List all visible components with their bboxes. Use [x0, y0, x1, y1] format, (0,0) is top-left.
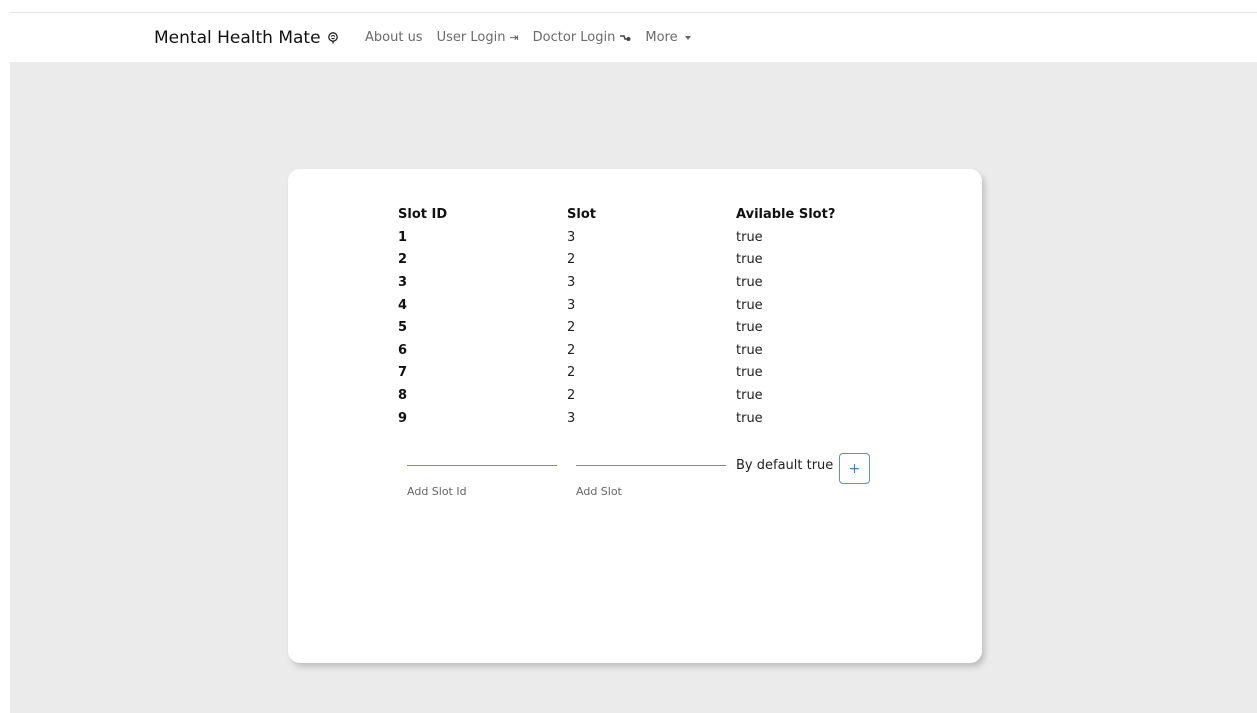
nav-user-login[interactable]: User Login ⇥	[437, 30, 519, 45]
add-slot-button[interactable]: +	[839, 453, 870, 484]
table-row: 9 3 true	[398, 407, 866, 430]
header-slot: Slot	[567, 206, 596, 222]
cell-slot: 3	[567, 274, 576, 290]
cell-available: true	[736, 320, 763, 336]
table-row: 3 3 true	[398, 271, 866, 294]
cell-slot-id: 1	[398, 229, 408, 245]
table-row: 6 2 true	[398, 339, 866, 362]
table-header-row: Slot ID Slot Avilable Slot?	[398, 202, 866, 226]
header-slot-id: Slot ID	[398, 206, 448, 222]
default-available-text: By default true	[736, 458, 834, 473]
cell-slot: 2	[567, 252, 576, 268]
cell-slot: 2	[567, 387, 576, 403]
cell-slot-id: 7	[398, 365, 408, 381]
slot-input-label: Add Slot	[576, 485, 622, 498]
cell-slot: 3	[567, 410, 576, 426]
cell-slot-id: 5	[398, 320, 408, 336]
content-area: Slot ID Slot Avilable Slot? 1 3 true 2 2…	[10, 62, 1257, 713]
login-icon: ⇥	[509, 31, 519, 44]
cell-slot-id: 4	[398, 297, 408, 313]
cell-slot: 2	[567, 320, 576, 336]
header-available: Avilable Slot?	[736, 206, 836, 222]
cell-available: true	[736, 342, 763, 358]
cell-slot: 3	[567, 297, 576, 313]
nav-about-us[interactable]: About us	[365, 30, 423, 45]
cell-available: true	[736, 297, 763, 313]
cell-slot-id: 3	[398, 274, 408, 290]
stethoscope-icon	[620, 34, 631, 41]
table-row: 2 2 true	[398, 249, 866, 272]
brain-pin-icon	[327, 32, 338, 44]
cell-slot: 2	[567, 365, 576, 381]
nav-more-dropdown[interactable]: More	[645, 30, 691, 45]
nav-about-us-label: About us	[365, 30, 423, 45]
cell-slot: 3	[567, 229, 576, 245]
brand[interactable]: Mental Health Mate	[154, 28, 339, 48]
nav-doctor-login[interactable]: Doctor Login	[533, 30, 632, 45]
cell-slot-id: 6	[398, 342, 408, 358]
table-row: 4 3 true	[398, 294, 866, 317]
cell-available: true	[736, 387, 763, 403]
slots-card: Slot ID Slot Avilable Slot? 1 3 true 2 2…	[288, 169, 982, 663]
slot-input-underline	[576, 465, 726, 466]
cell-slot-id: 2	[398, 252, 408, 268]
nav-doctor-login-label: Doctor Login	[532, 30, 616, 45]
cell-available: true	[736, 252, 763, 268]
caret-down-icon	[684, 35, 691, 40]
nav-links: About us User Login ⇥ Doctor Login More	[365, 30, 691, 45]
slot-id-input-label: Add Slot Id	[407, 485, 467, 498]
cell-available: true	[736, 410, 763, 426]
slots-table: Slot ID Slot Avilable Slot? 1 3 true 2 2…	[398, 202, 866, 429]
cell-available: true	[736, 365, 763, 381]
table-row: 7 2 true	[398, 362, 866, 385]
cell-slot-id: 8	[398, 387, 408, 403]
nav-user-login-label: User Login	[436, 30, 506, 45]
navbar: Mental Health Mate About us User Login ⇥…	[0, 13, 1257, 62]
table-row: 1 3 true	[398, 226, 866, 249]
slot-id-input-underline	[407, 465, 557, 466]
table-row: 8 2 true	[398, 384, 866, 407]
cell-slot-id: 9	[398, 410, 408, 426]
brand-name: Mental Health Mate	[154, 28, 321, 48]
cell-available: true	[736, 229, 763, 245]
cell-available: true	[736, 274, 763, 290]
nav-more-label: More	[645, 30, 678, 45]
cell-slot: 2	[567, 342, 576, 358]
table-row: 5 2 true	[398, 316, 866, 339]
